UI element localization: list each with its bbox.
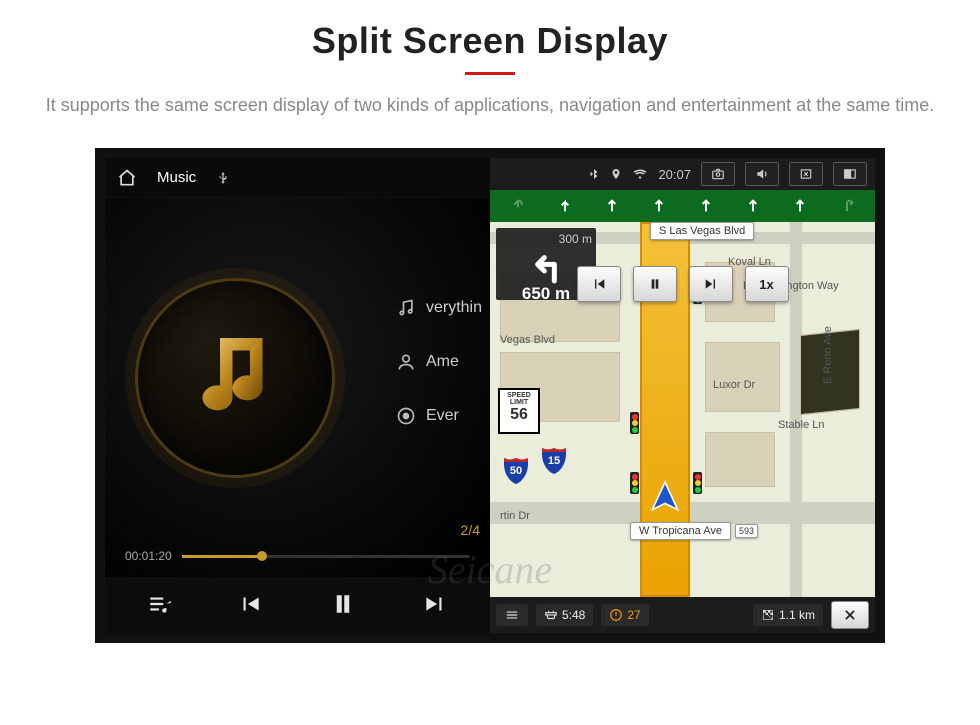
music-title: Music xyxy=(157,169,196,186)
lane-arrow-icon xyxy=(603,194,621,218)
screenshot-button[interactable] xyxy=(701,162,735,186)
title-underline xyxy=(465,72,515,75)
navigation-app: 20:07 xyxy=(490,158,875,633)
track-title-icon xyxy=(396,298,416,318)
bluetooth-icon xyxy=(588,166,600,182)
next-turn-distance: 300 m xyxy=(500,232,592,246)
street-label: Vegas Blvd xyxy=(492,332,563,348)
page-title: Split Screen Display xyxy=(0,20,980,62)
sim-speed-button[interactable]: 1x xyxy=(745,266,789,302)
menu-button[interactable] xyxy=(496,604,528,626)
track-metadata: verythin Ame Ever xyxy=(396,298,482,426)
nav-footer: 5:48 27 1.1 km xyxy=(490,597,875,633)
album-icon xyxy=(396,406,416,426)
lane-arrow-icon xyxy=(838,194,856,218)
street-label: W Tropicana Ave xyxy=(630,522,731,540)
vehicle-cursor-icon xyxy=(648,480,682,514)
street-label: S Las Vegas Blvd xyxy=(650,222,754,240)
status-bar: 20:07 xyxy=(490,158,875,190)
interstate-shield-icon: 15 xyxy=(540,446,568,476)
previous-button[interactable] xyxy=(237,591,263,620)
location-icon xyxy=(610,166,622,182)
street-label: Stable Ln xyxy=(770,417,832,433)
route-number-badge: 593 xyxy=(735,524,758,538)
lane-arrow-icon xyxy=(697,194,715,218)
remaining-distance-box[interactable]: 1.1 km xyxy=(753,604,823,626)
music-topbar: Music xyxy=(105,158,490,198)
lane-arrow-icon xyxy=(791,194,809,218)
volume-button[interactable] xyxy=(745,162,779,186)
usb-icon[interactable] xyxy=(216,169,230,187)
speed-limit-sign: SPEED LIMIT 56 xyxy=(498,388,540,434)
status-time: 20:07 xyxy=(658,167,691,182)
music-controls xyxy=(105,577,490,633)
home-icon[interactable] xyxy=(117,168,137,188)
close-app-button[interactable] xyxy=(789,162,823,186)
close-nav-button[interactable] xyxy=(831,601,869,629)
page-description: It supports the same screen display of t… xyxy=(40,93,940,118)
music-note-icon xyxy=(195,333,275,423)
device-frame: Music verythin xyxy=(95,148,885,643)
speed-limit-value: 56 xyxy=(500,406,538,424)
street-label: Luxor Dr xyxy=(705,377,763,393)
split-screen-button[interactable] xyxy=(833,162,867,186)
alert-box[interactable]: 27 xyxy=(601,604,648,626)
playlist-button[interactable] xyxy=(147,591,173,620)
music-app: Music verythin xyxy=(105,158,490,633)
pause-button[interactable] xyxy=(328,589,358,622)
sim-pause-button[interactable] xyxy=(633,266,677,302)
street-label: rtin Dr xyxy=(492,508,538,524)
lane-guidance xyxy=(490,190,875,222)
sim-prev-button[interactable] xyxy=(577,266,621,302)
lane-arrow-icon xyxy=(556,194,574,218)
next-button[interactable] xyxy=(422,591,448,620)
track-artist: Ame xyxy=(426,353,459,371)
artist-icon xyxy=(396,352,416,372)
album-art xyxy=(135,278,335,478)
lane-arrow-icon xyxy=(744,194,762,218)
progress-bar[interactable]: 00:01:20 xyxy=(125,549,470,563)
track-album: Ever xyxy=(426,407,459,425)
simulation-controls: 1x xyxy=(490,266,875,302)
lane-arrow-icon xyxy=(650,194,668,218)
track-counter: 2/4 xyxy=(461,522,480,538)
street-label: E Reno Ave xyxy=(820,318,836,392)
lane-arrow-icon xyxy=(509,194,527,218)
wifi-icon xyxy=(632,167,648,181)
eta-box[interactable]: 5:48 xyxy=(536,604,593,626)
sim-next-button[interactable] xyxy=(689,266,733,302)
interstate-shield-icon: 50 xyxy=(502,456,530,486)
elapsed-time: 00:01:20 xyxy=(125,549,172,563)
track-title: verythin xyxy=(426,299,482,317)
